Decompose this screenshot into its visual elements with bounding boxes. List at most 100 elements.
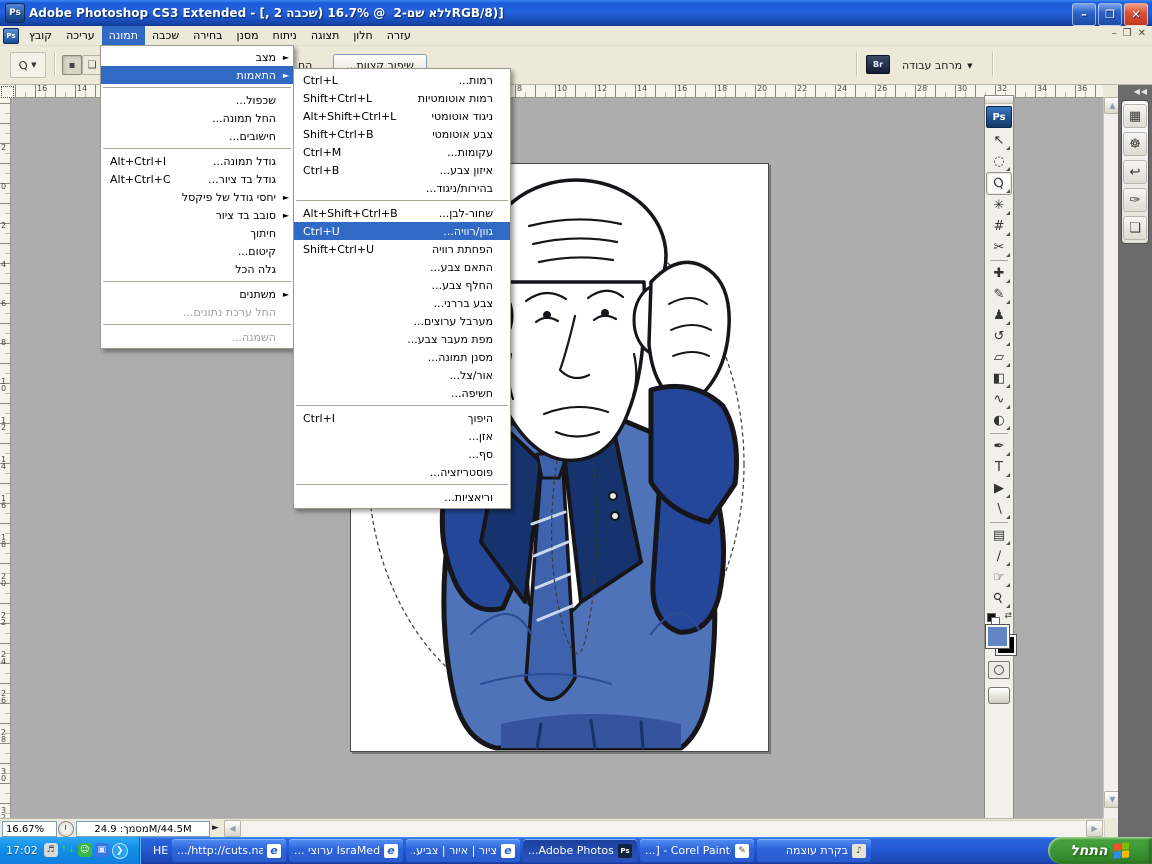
menubar-item-5[interactable]: מסנן	[230, 26, 266, 45]
tool-clone-stamp[interactable]: ♟	[987, 305, 1011, 326]
language-indicator[interactable]: HE	[146, 841, 175, 860]
menubar-item-6[interactable]: ניתוח	[266, 26, 304, 45]
dock-collapse-arrows[interactable]: ◀◀	[1118, 84, 1152, 99]
menu-item-22[interactable]: סף...	[294, 445, 510, 463]
menu-item-12[interactable]: קיטום...	[101, 242, 293, 260]
menu-item-1[interactable]: Shift+Ctrl+L רמות אוטומטיות	[294, 89, 510, 107]
menu-item-5[interactable]: חישובים...	[101, 127, 293, 145]
menu-item-13[interactable]: גלה הכל	[101, 260, 293, 278]
new-selection-button[interactable]: ▪	[62, 55, 82, 75]
tool-smudge[interactable]: ∿	[987, 389, 1011, 410]
tool-move[interactable]: ↖	[987, 130, 1011, 151]
tray-clock[interactable]: 17:02	[6, 844, 38, 857]
tool-elliptical-marquee[interactable]: ◌	[987, 151, 1011, 172]
menu-item-3[interactable]: Shift+Ctrl+B צבע אוטומטי	[294, 125, 510, 143]
menu-item-10[interactable]: סובב בד ציור ►	[101, 206, 293, 224]
status-menu-arrow[interactable]: ►	[212, 823, 219, 833]
scroll-left-button[interactable]: ◀	[224, 820, 241, 837]
menubar-item-7[interactable]: תצוגה	[304, 26, 346, 45]
menu-item-2[interactable]: Alt+Shift+Ctrl+L ניגוד אוטומטי	[294, 107, 510, 125]
tool-history-brush[interactable]: ↺	[987, 326, 1011, 347]
tool-zoom[interactable]: ⚲	[987, 588, 1011, 609]
workspace-menu[interactable]: מרחב עבודה ▼	[902, 59, 973, 72]
vertical-scrollbar[interactable]: ▲ ▼	[1103, 97, 1121, 818]
start-button[interactable]: התחל	[1048, 837, 1152, 864]
menu-item-15[interactable]: משתנים ►	[101, 285, 293, 303]
swap-colors-icon[interactable]: ⇄	[1004, 611, 1012, 621]
doc-close-button[interactable]: ✕	[1138, 28, 1146, 39]
screen-mode-button[interactable]	[988, 687, 1010, 704]
menubar-item-2[interactable]: תמונה	[101, 26, 145, 45]
document-size-info[interactable]: 24.9 מסמך: M/44.5M	[76, 821, 210, 837]
menu-item-21[interactable]: אזן...	[294, 427, 510, 445]
minimize-button[interactable]: –	[1072, 3, 1096, 26]
dock-icon-history[interactable]: ↩	[1123, 160, 1147, 184]
menu-item-4[interactable]: Ctrl+M עקומות...	[294, 143, 510, 161]
tool-brush[interactable]: ✎	[987, 284, 1011, 305]
ruler-origin-widget[interactable]	[1, 86, 14, 98]
menu-item-9[interactable]: Ctrl+U גוון/רוויה...	[294, 222, 510, 240]
palette-grip[interactable]	[985, 96, 1013, 104]
add-selection-button[interactable]: ❏	[82, 55, 102, 75]
restore-button[interactable]: ❐	[1098, 3, 1122, 26]
menu-item-9[interactable]: יחסי גודל של פיקסל ►	[101, 188, 293, 206]
menubar-item-1[interactable]: עריכה	[59, 26, 102, 45]
foreground-color-swatch[interactable]	[985, 624, 1010, 649]
tool-line[interactable]: ∖	[987, 499, 1011, 520]
tool-gradient[interactable]: ◧	[987, 368, 1011, 389]
dock-icon-layer-comps[interactable]: ❏	[1123, 216, 1147, 240]
taskbar-button-2[interactable]: ציור | איור | צביע... e	[406, 839, 520, 862]
title-bar[interactable]: Ps Adobe Photoshop CS3 Extended - [, 2 ש…	[0, 0, 1152, 26]
tool-hand[interactable]: ☞	[987, 567, 1011, 588]
menu-item-0[interactable]: Ctrl+L רמות...	[294, 71, 510, 89]
menubar-item-0[interactable]: קובץ	[22, 26, 59, 45]
menu-item-12[interactable]: החלף צבע...	[294, 276, 510, 294]
tool-preset-picker[interactable]: Ϙ ▼	[10, 52, 46, 78]
tool-spot-healing-brush[interactable]: ✚	[987, 263, 1011, 284]
tool-eyedropper[interactable]: ∕	[987, 546, 1011, 567]
taskbar-button-5[interactable]: בקרת עוצמה ♪	[757, 839, 871, 862]
tool-crop[interactable]: #	[987, 216, 1011, 237]
tray-messenger-icon[interactable]: ☺	[77, 842, 92, 857]
menu-item-8[interactable]: Alt+Ctrl+C גודל בד ציור...	[101, 170, 293, 188]
dock-icon-swatches[interactable]: ▦	[1123, 104, 1147, 128]
zoom-level-field[interactable]: 16.67%	[2, 821, 57, 837]
menu-item-15[interactable]: מפת מעבר צבע...	[294, 330, 510, 348]
menu-item-17[interactable]: אור/צל...	[294, 366, 510, 384]
menu-item-0[interactable]: מצב ►	[101, 48, 293, 66]
menu-item-23[interactable]: פוסטריזציה...	[294, 463, 510, 481]
menu-item-13[interactable]: צבע בררני...	[294, 294, 510, 312]
menu-item-3[interactable]: שכפול...	[101, 91, 293, 109]
menubar-item-4[interactable]: בחירה	[186, 26, 229, 45]
menu-item-25[interactable]: וריאציות...	[294, 488, 510, 506]
tool-type[interactable]: T	[987, 457, 1011, 478]
menubar-item-8[interactable]: חלון	[346, 26, 379, 45]
menu-item-8[interactable]: Alt+Shift+Ctrl+B שחור-לבן...	[294, 204, 510, 222]
dock-icon-styles[interactable]: ☸	[1123, 132, 1147, 156]
menu-item-1[interactable]: התאמות ►	[101, 66, 293, 84]
menu-item-7[interactable]: Alt+Ctrl+I גודל תמונה...	[101, 152, 293, 170]
tool-eraser[interactable]: ▱	[987, 347, 1011, 368]
tool-path-selection[interactable]: ▶	[987, 478, 1011, 499]
tray-network-activity-icon[interactable]: ↑↓	[60, 843, 75, 857]
menu-item-16[interactable]: מסנן תמונה...	[294, 348, 510, 366]
menu-item-18[interactable]: חשיפה...	[294, 384, 510, 402]
taskbar-button-1[interactable]: ... ערוצי IsraMedia e	[289, 839, 403, 862]
menu-item-11[interactable]: התאם צבע...	[294, 258, 510, 276]
menu-item-6[interactable]: בהירות/ניגוד...	[294, 179, 510, 197]
tool-magic-wand[interactable]: ✳	[987, 195, 1011, 216]
taskbar-button-0[interactable]: .../http://cuts.name e	[172, 839, 286, 862]
menu-item-4[interactable]: החל תמונה...	[101, 109, 293, 127]
tray-network-icon[interactable]: ▣	[94, 842, 109, 857]
tool-pen[interactable]: ✒	[987, 436, 1011, 457]
tray-show-hidden-chevron-icon[interactable]: ❯	[111, 842, 128, 859]
tray-volume-icon[interactable]: ♬	[43, 842, 58, 857]
menu-item-11[interactable]: חיתוך	[101, 224, 293, 242]
taskbar-button-4[interactable]: ...] - Corel Painter X ✎	[640, 839, 754, 862]
menu-item-5[interactable]: Ctrl+B איזון צבע...	[294, 161, 510, 179]
menubar-item-3[interactable]: שכבה	[145, 26, 186, 45]
tool-slice[interactable]: ✂	[987, 237, 1011, 258]
tool-lasso[interactable]: Ϙ	[986, 172, 1012, 195]
menubar-item-9[interactable]: עזרה	[380, 26, 418, 45]
vertical-ruler[interactable]: 202468101214161820222426283032	[0, 97, 11, 822]
